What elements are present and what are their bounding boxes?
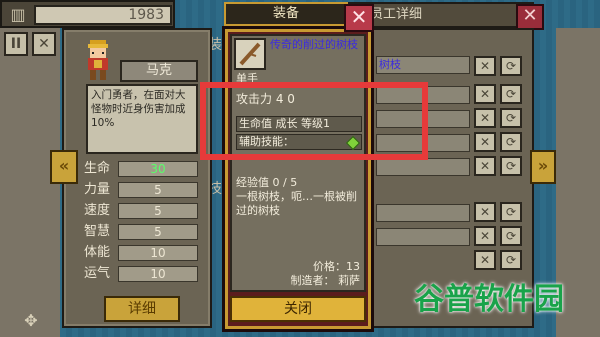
stat-label: 智慧 — [84, 224, 111, 239]
remove-icon[interactable]: ✕ — [474, 56, 496, 76]
character-description: 入门勇者，在面对大怪物时近身伤害加成10% — [86, 84, 198, 154]
swap-icon[interactable]: ⟳ — [500, 56, 522, 76]
stat-luck: 运气 10 — [84, 265, 204, 283]
character-name: 马克 — [120, 60, 198, 82]
stat-value: 5 — [118, 224, 198, 240]
branch-icon-graphic — [239, 42, 261, 66]
swap-icon[interactable]: ⟳ — [500, 108, 522, 128]
swap-icon[interactable]: ⟳ — [500, 132, 522, 152]
swap-icon[interactable]: ⟳ — [500, 226, 522, 246]
stat-label: 运气 — [84, 266, 111, 281]
equipment-slot-row[interactable] — [376, 158, 470, 176]
swap-icon[interactable]: ⟳ — [500, 202, 522, 222]
stat-speed: 速度 5 — [84, 202, 204, 220]
stat-value: 30 — [118, 161, 198, 177]
remove-icon[interactable]: ✕ — [474, 84, 496, 104]
game-screen: ▥ 1983 II ✕ 员工详细 ✕ 装 技 树枝 ✕ ⟳ ✕ ⟳ ✕ ⟳ ✕ … — [0, 0, 600, 337]
swap-icon[interactable]: ⟳ — [500, 250, 522, 270]
building-icon: ▥ — [10, 5, 26, 24]
stat-strength: 力量 5 — [84, 181, 204, 199]
item-price: 价格：13 — [313, 260, 360, 273]
item-name: 传奇的削过的树枝 — [270, 38, 358, 51]
highlight-box — [200, 82, 428, 160]
remove-icon[interactable]: ✕ — [474, 156, 496, 176]
menu-button[interactable]: ✕ — [32, 32, 56, 56]
character-portrait — [88, 40, 108, 80]
item-maker: 制造者： 莉萨 — [290, 274, 361, 287]
year-display: 1983 — [34, 5, 172, 25]
skill-slot-row[interactable] — [376, 228, 470, 246]
move-icon[interactable]: ✥ — [20, 310, 42, 332]
remove-icon[interactable]: ✕ — [474, 250, 496, 270]
stat-value: 10 — [118, 266, 198, 282]
stat-life: 生命 30 — [84, 160, 204, 178]
stat-stamina: 体能 10 — [84, 244, 204, 262]
stat-label: 生命 — [84, 161, 111, 176]
next-arrow-icon[interactable]: » — [530, 150, 556, 184]
top-status-bar: ▥ 1983 — [0, 0, 175, 28]
stat-value: 10 — [118, 245, 198, 261]
skill-slot-row[interactable] — [376, 204, 470, 222]
item-flavor: 一根树枝，呃…一根被削过的树枝 — [236, 190, 357, 217]
dialog-title: 装备 — [224, 2, 348, 26]
swap-icon[interactable]: ⟳ — [500, 156, 522, 176]
detail-button[interactable]: 详细 — [104, 296, 180, 322]
stat-wisdom: 智慧 5 — [84, 223, 204, 241]
stat-label: 速度 — [84, 203, 111, 218]
close-icon[interactable]: ✕ — [344, 4, 374, 32]
remove-icon[interactable]: ✕ — [474, 108, 496, 128]
remove-icon[interactable]: ✕ — [474, 202, 496, 222]
stat-value: 5 — [118, 203, 198, 219]
watermark: 谷普软件园 — [414, 282, 564, 317]
stat-value: 5 — [118, 182, 198, 198]
pause-button[interactable]: II — [4, 32, 28, 56]
item-exp: 经验值 0 / 5 — [236, 176, 298, 189]
remove-icon[interactable]: ✕ — [474, 132, 496, 152]
stat-label: 体能 — [84, 245, 111, 260]
previous-arrow-icon[interactable]: « — [50, 150, 78, 184]
swap-icon[interactable]: ⟳ — [500, 84, 522, 104]
stat-label: 力量 — [84, 182, 111, 197]
branch-icon — [234, 38, 266, 70]
close-icon[interactable]: ✕ — [516, 4, 544, 30]
close-button[interactable]: 关闭 — [230, 296, 366, 322]
equipped-item-row[interactable]: 树枝 — [376, 56, 470, 74]
remove-icon[interactable]: ✕ — [474, 226, 496, 246]
